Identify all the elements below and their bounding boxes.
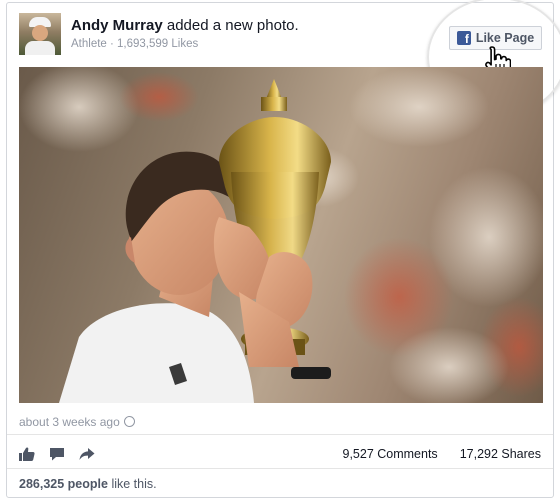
- timestamp-text: about 3 weeks ago: [19, 415, 120, 429]
- divider: [7, 468, 553, 469]
- globe-icon: [123, 416, 135, 427]
- author-subtitle: Athlete · 1,693,599 Likes: [71, 38, 199, 50]
- comment-icon[interactable]: [49, 447, 65, 461]
- likes-suffix: like this.: [111, 477, 157, 491]
- divider: [7, 434, 553, 435]
- author-name-link[interactable]: Andy Murray: [71, 17, 163, 34]
- post-photo[interactable]: [19, 67, 543, 403]
- photo-illustration: [19, 67, 543, 403]
- post-action-text: added a new photo.: [166, 17, 299, 34]
- post-header: Andy Murray added a new photo.: [71, 17, 299, 35]
- shares-count-link[interactable]: 17,292 Shares: [460, 447, 541, 461]
- post-actions: [19, 447, 95, 461]
- author-avatar[interactable]: [19, 13, 61, 55]
- like-page-label: Like Page: [475, 31, 535, 45]
- likes-count-link[interactable]: 286,325 people: [19, 477, 108, 491]
- facebook-logo-icon: f: [456, 31, 471, 45]
- engagement-counts: 9,527 Comments 17,292 Shares: [321, 447, 542, 461]
- comments-count-link[interactable]: 9,527 Comments: [343, 447, 438, 461]
- thumbs-up-icon[interactable]: [19, 447, 35, 461]
- likes-summary: 286,325 people like this.: [19, 477, 157, 491]
- post-timestamp[interactable]: about 3 weeks ago: [19, 415, 135, 429]
- share-icon[interactable]: [79, 447, 95, 461]
- post-card: Andy Murray added a new photo. Athlete ·…: [6, 0, 560, 498]
